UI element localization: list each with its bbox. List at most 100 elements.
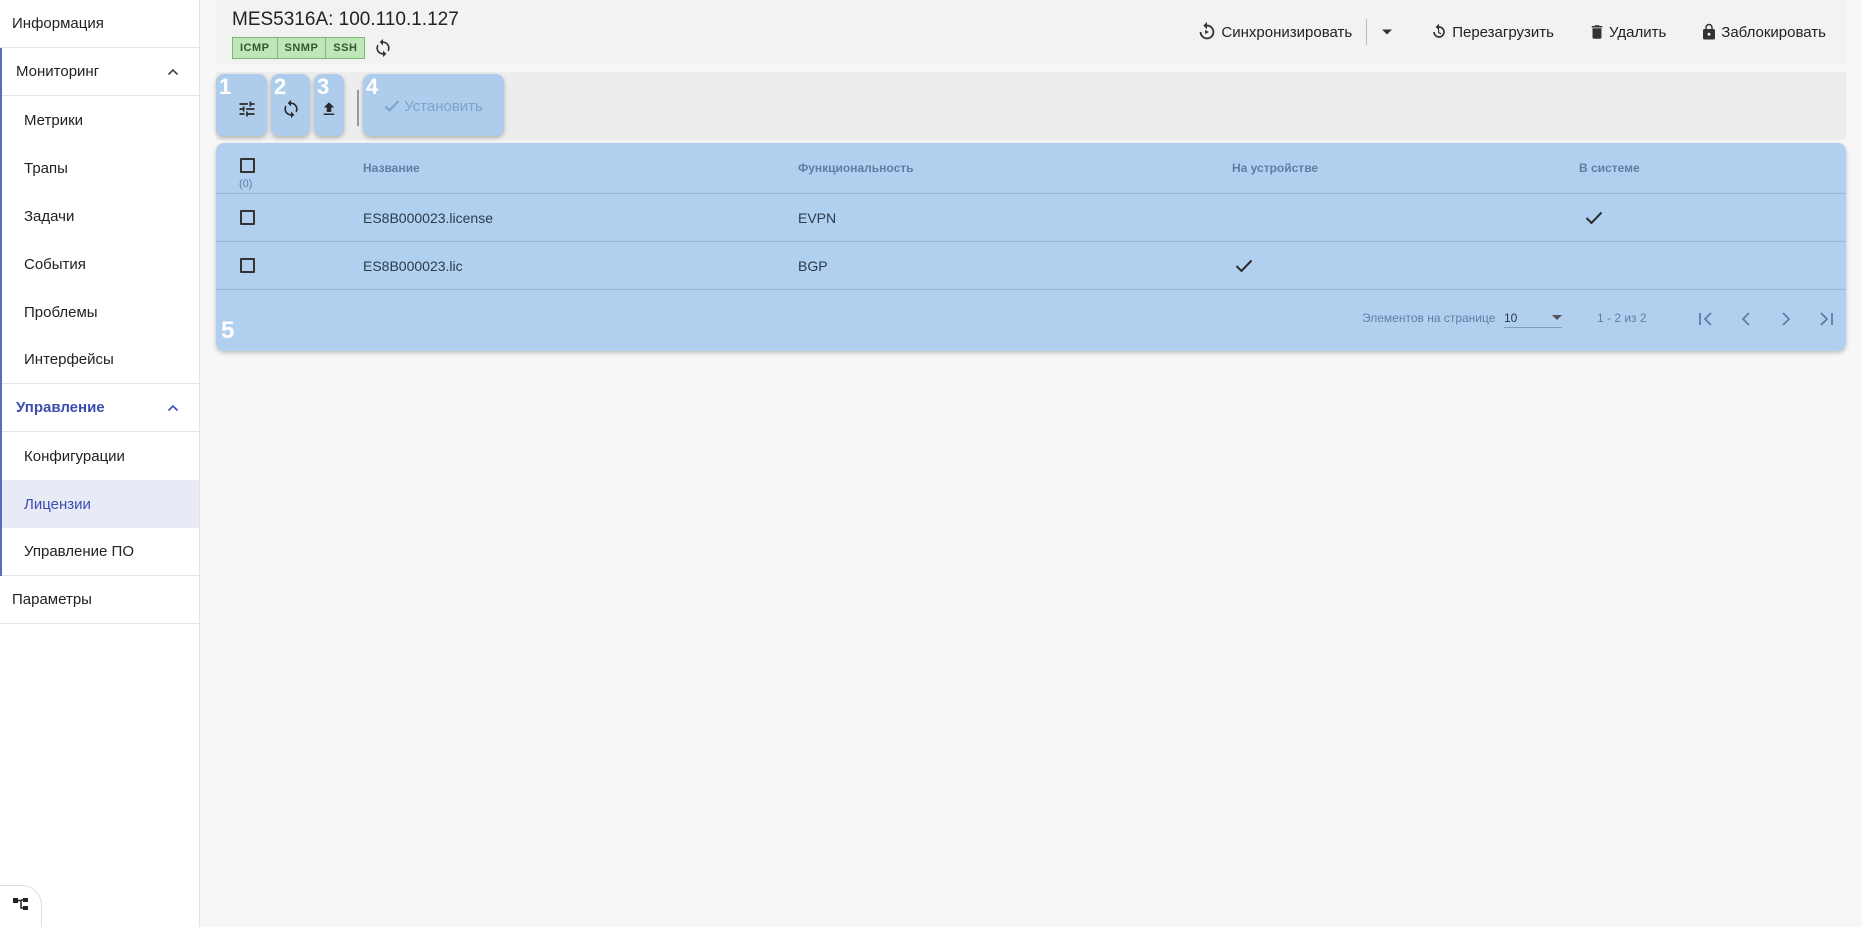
items-per-page-label: Элементов на странице <box>1362 311 1496 325</box>
refresh-status-button[interactable] <box>373 38 393 58</box>
column-header-on-device[interactable]: На устройстве <box>1232 143 1318 193</box>
refresh-icon <box>283 99 298 119</box>
licenses-table: (0) Название Функциональность На устройс… <box>216 143 1846 351</box>
status-badge: ICMP <box>232 37 278 59</box>
pager-navigation <box>1686 304 1846 334</box>
restart-icon <box>1433 23 1446 38</box>
items-per-page-value: 10 <box>1504 310 1518 325</box>
reboot-button[interactable]: Перезагрузить <box>1429 22 1554 42</box>
sidebar-item-interfaces[interactable]: Интерфейсы <box>2 336 199 384</box>
reboot-button-label: Перезагрузить <box>1452 23 1554 41</box>
sidebar-item-params[interactable]: Параметры <box>0 576 199 624</box>
delete-button[interactable]: Удалить <box>1588 22 1666 42</box>
column-header-name[interactable]: Название <box>363 143 420 193</box>
page-range: 1 - 2 из 2 <box>1597 311 1647 325</box>
sidebar-item-label: Задачи <box>24 207 75 225</box>
select-all-checkbox[interactable] <box>240 158 255 173</box>
callout-number: 3 <box>317 74 330 99</box>
caret-down-icon <box>1552 314 1562 320</box>
sidebar-item-label: Мониторинг <box>16 63 100 80</box>
sidebar-item-label: Лицензии <box>24 495 91 513</box>
last-page-icon <box>1820 312 1833 326</box>
refresh-button[interactable]: 2 <box>271 74 310 136</box>
upload-button[interactable]: 3 <box>314 74 344 136</box>
sidebar-group-monitoring: Мониторинг Метрики Трапы Задачи События … <box>0 48 199 384</box>
license-name: ES8B000023.license <box>363 209 493 226</box>
sidebar-item-label: Управление <box>16 399 105 416</box>
on-device-check-icon <box>1235 242 1253 289</box>
last-page-button[interactable] <box>1806 304 1846 334</box>
sidebar-item-label: Интерфейсы <box>24 351 114 368</box>
license-functionality: BGP <box>798 257 828 274</box>
license-functionality: EVPN <box>798 209 837 226</box>
sidebar-item-licenses[interactable]: Лицензии <box>2 480 199 528</box>
sidebar-item-label: Проблемы <box>24 303 98 321</box>
sidebar-item-metrics[interactable]: Метрики <box>2 96 199 144</box>
chevron-up-icon <box>167 66 179 78</box>
sync-button[interactable]: Синхронизировать <box>1196 21 1352 43</box>
callout-number: 2 <box>274 74 287 99</box>
sync-play-icon <box>1200 21 1215 40</box>
upload-icon <box>323 102 335 115</box>
protocol-badges: ICMP SNMP SSH <box>232 37 393 59</box>
next-page-button[interactable] <box>1766 304 1806 334</box>
sync-dropdown-button[interactable] <box>1381 28 1393 36</box>
items-per-page-select[interactable]: 10 <box>1504 308 1562 328</box>
install-button[interactable]: 4 Установить <box>363 74 504 136</box>
device-header: MES5316A: 100.110.1.127 ICMP SNMP SSH Си… <box>216 0 1846 64</box>
sidebar: Информация Мониторинг Метрики Трапы Зада… <box>0 0 200 927</box>
status-badge: SSH <box>326 37 366 59</box>
callout-number: 4 <box>366 74 379 99</box>
column-header-functionality[interactable]: Функциональность <box>798 143 914 193</box>
sidebar-item-label: Конфигурации <box>24 447 125 465</box>
sidebar-item-label: События <box>24 255 86 273</box>
refresh-icon <box>376 38 391 58</box>
sidebar-group-management-header[interactable]: Управление <box>2 384 199 432</box>
first-page-icon <box>1699 312 1712 326</box>
first-page-button[interactable] <box>1686 304 1726 334</box>
row-checkbox[interactable] <box>240 258 255 273</box>
header-actions: Синхронизировать Перезагрузить Удалить З… <box>1196 18 1826 46</box>
table-row[interactable]: ES8B000023.lic BGP <box>216 242 1846 290</box>
page-title: MES5316A: 100.110.1.127 <box>232 9 459 30</box>
in-system-check-icon <box>1585 194 1603 241</box>
sidebar-item-traps[interactable]: Трапы <box>2 144 199 192</box>
install-button-content: Установить <box>384 98 483 115</box>
sidebar-group-management: Управление Конфигурации Лицензии Управле… <box>0 384 199 576</box>
chevron-right-icon <box>1782 312 1791 326</box>
sidebar-group-monitoring-header[interactable]: Мониторинг <box>2 48 199 96</box>
tree-view-button[interactable] <box>0 885 42 927</box>
sidebar-item-info[interactable]: Информация <box>0 0 199 48</box>
prev-page-button[interactable] <box>1726 304 1766 334</box>
selected-count: (0) <box>239 178 253 190</box>
license-name: ES8B000023.lic <box>363 257 463 274</box>
row-checkbox[interactable] <box>240 210 255 225</box>
sidebar-item-label: Управление ПО <box>24 543 135 560</box>
tree-icon <box>12 896 30 917</box>
lock-button[interactable]: Заблокировать <box>1700 22 1826 42</box>
tune-icon <box>239 101 254 117</box>
sync-button-label: Синхронизировать <box>1221 23 1353 41</box>
sidebar-item-tasks[interactable]: Задачи <box>2 192 199 240</box>
sidebar-item-configurations[interactable]: Конфигурации <box>2 432 199 480</box>
delete-button-label: Удалить <box>1609 23 1667 41</box>
trash-icon <box>1591 25 1603 39</box>
filter-settings-button[interactable]: 1 <box>216 74 267 136</box>
table-row[interactable]: ES8B000023.license EVPN <box>216 194 1846 242</box>
chevron-left-icon <box>1741 312 1750 326</box>
sidebar-item-software[interactable]: Управление ПО <box>2 528 199 576</box>
sidebar-item-label: Параметры <box>12 591 92 608</box>
check-icon <box>384 100 400 112</box>
sidebar-item-events[interactable]: События <box>2 240 199 288</box>
status-badge: SNMP <box>277 37 327 59</box>
lock-button-label: Заблокировать <box>1721 23 1826 41</box>
caret-down-icon <box>1382 29 1393 35</box>
callout-number: 1 <box>219 74 232 99</box>
paginator: Элементов на странице 10 1 - 2 из 2 <box>216 300 1846 340</box>
column-header-in-system[interactable]: В системе <box>1579 143 1640 193</box>
license-toolbar: 1 2 3 4 Установить <box>216 72 1846 140</box>
callout-number: 5 <box>221 317 235 344</box>
divider <box>1366 19 1368 45</box>
sidebar-item-problems[interactable]: Проблемы <box>2 288 199 336</box>
sidebar-item-label: Трапы <box>24 159 68 177</box>
